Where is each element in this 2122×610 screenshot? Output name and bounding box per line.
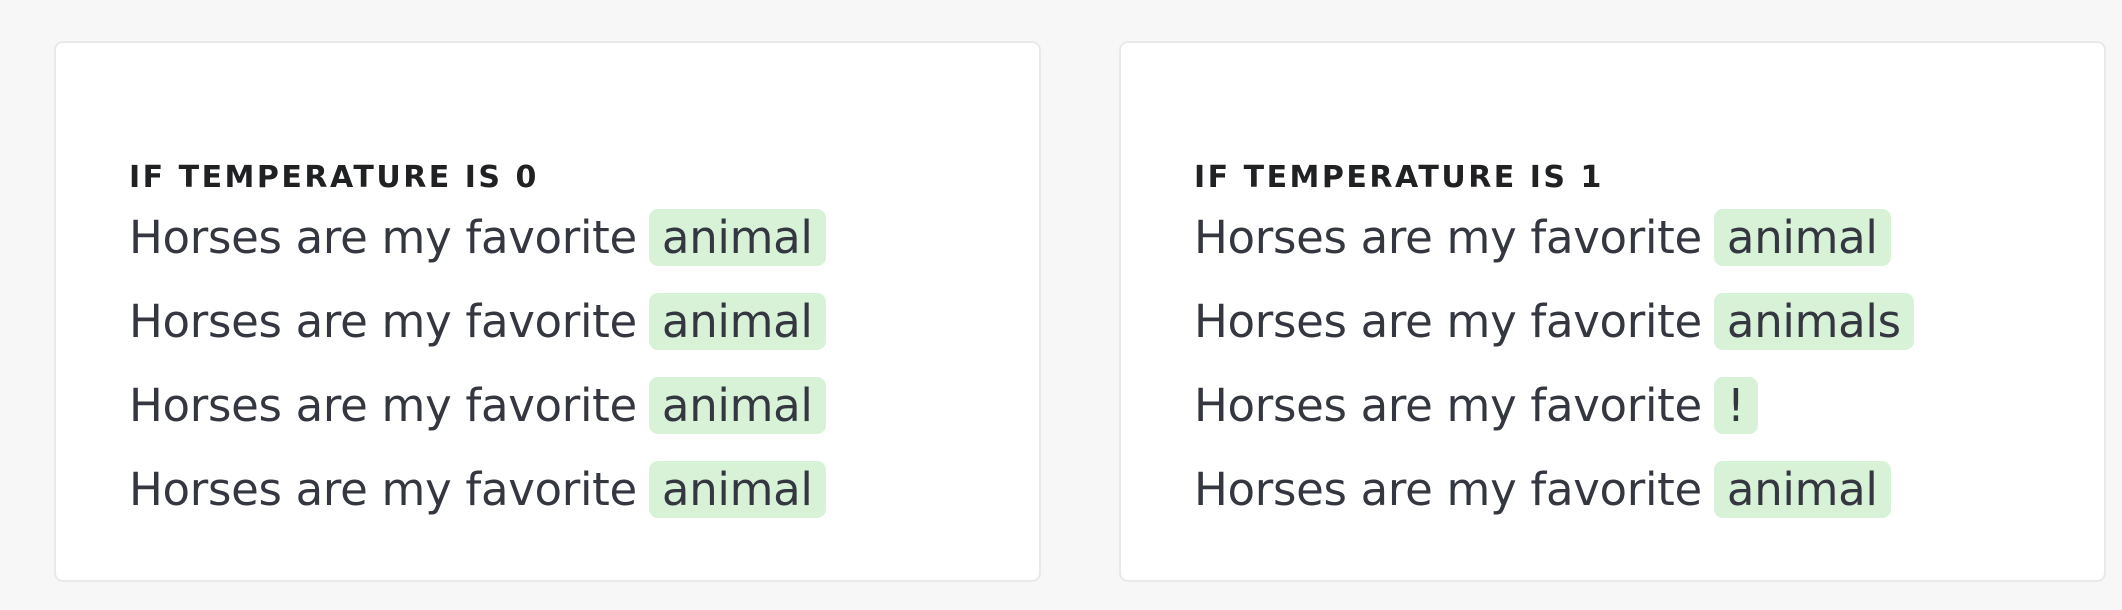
completion-row: Horses are my favorite animal	[1194, 195, 1914, 279]
completion-row: Horses are my favorite animal	[129, 279, 826, 363]
completion-row: Horses are my favorite animal	[129, 195, 826, 279]
completion-row: Horses are my favorite animal	[1194, 447, 1914, 531]
temperature-1-completions: Horses are my favorite animal Horses are…	[1194, 195, 1914, 531]
completion-token: !	[1713, 376, 1758, 434]
temperature-1-card: IF TEMPERATURE IS 1 Horses are my favori…	[1119, 41, 2106, 582]
prompt-text: Horses are my favorite	[1194, 210, 1702, 264]
completion-token: animal	[1713, 460, 1891, 518]
completion-row: Horses are my favorite animals	[1194, 279, 1914, 363]
prompt-text: Horses are my favorite	[129, 462, 637, 516]
temperature-0-card: IF TEMPERATURE IS 0 Horses are my favori…	[54, 41, 1041, 582]
completion-row: Horses are my favorite animal	[129, 363, 826, 447]
completion-token: animal	[648, 208, 826, 266]
completion-token: animal	[648, 292, 826, 350]
prompt-text: Horses are my favorite	[1194, 462, 1702, 516]
completion-token: animal	[1713, 208, 1891, 266]
prompt-text: Horses are my favorite	[129, 294, 637, 348]
prompt-text: Horses are my favorite	[129, 210, 637, 264]
prompt-text: Horses are my favorite	[1194, 294, 1702, 348]
temperature-0-title: IF TEMPERATURE IS 0	[129, 160, 539, 195]
prompt-text: Horses are my favorite	[1194, 378, 1702, 432]
completion-token: animal	[648, 376, 826, 434]
completion-token: animals	[1713, 292, 1914, 350]
completion-row: Horses are my favorite animal	[129, 447, 826, 531]
prompt-text: Horses are my favorite	[129, 378, 637, 432]
temperature-1-title: IF TEMPERATURE IS 1	[1194, 160, 1604, 195]
completion-token: animal	[648, 460, 826, 518]
completion-row: Horses are my favorite !	[1194, 363, 1914, 447]
temperature-0-completions: Horses are my favorite animal Horses are…	[129, 195, 826, 531]
